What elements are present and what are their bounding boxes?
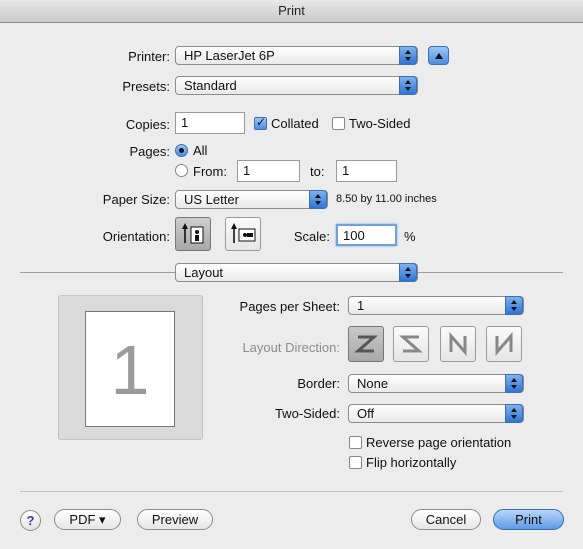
copies-label: Copies: bbox=[125, 117, 170, 132]
paper-size-label: Paper Size: bbox=[102, 192, 170, 207]
flip-horizontally-checkbox[interactable] bbox=[349, 456, 362, 469]
paper-size-popup[interactable]: US Letter bbox=[175, 190, 328, 209]
preview-button[interactable]: Preview bbox=[137, 509, 213, 530]
landscape-orientation-button[interactable] bbox=[225, 217, 261, 251]
help-button[interactable]: ? bbox=[20, 510, 41, 531]
updown-arrows-icon bbox=[505, 374, 523, 393]
portrait-person-icon bbox=[182, 223, 204, 244]
pages-from-field[interactable]: 1 bbox=[237, 160, 300, 182]
direction-n-button[interactable] bbox=[440, 326, 476, 362]
footer-separator bbox=[20, 491, 563, 492]
scale-label: Scale: bbox=[293, 229, 330, 244]
printer-label: Printer: bbox=[128, 49, 170, 64]
border-value: None bbox=[357, 376, 389, 391]
copies-field[interactable]: 1 bbox=[175, 112, 245, 134]
layout-z-icon bbox=[354, 335, 378, 353]
pages-all-label: All bbox=[193, 143, 208, 158]
updown-arrows-icon bbox=[505, 296, 523, 315]
border-label: Border: bbox=[297, 376, 340, 391]
disclosure-button[interactable] bbox=[428, 46, 449, 65]
page-number: 1 bbox=[110, 331, 150, 409]
layout-two-sided-label: Two-Sided: bbox=[274, 406, 340, 421]
print-dialog: Print Printer: HP LaserJet 6P Presets: S… bbox=[0, 0, 583, 549]
scale-unit: % bbox=[404, 229, 416, 244]
updown-arrows-icon bbox=[309, 190, 327, 209]
landscape-person-icon bbox=[231, 223, 256, 243]
pages-per-sheet-label: Pages per Sheet: bbox=[239, 299, 340, 314]
pages-from-radio[interactable] bbox=[175, 164, 188, 177]
updown-arrows-icon bbox=[399, 46, 417, 65]
scale-field[interactable]: 100 bbox=[336, 224, 397, 246]
layout-reverse-n-icon bbox=[495, 332, 513, 356]
separator bbox=[417, 272, 563, 273]
direction-reverse-z-button[interactable] bbox=[393, 326, 429, 362]
reverse-orientation-checkbox[interactable] bbox=[349, 436, 362, 449]
page-thumbnail: 1 bbox=[85, 311, 175, 427]
layout-two-sided-popup[interactable]: Off bbox=[348, 404, 524, 423]
printer-value: HP LaserJet 6P bbox=[184, 48, 275, 63]
updown-arrows-icon bbox=[399, 263, 417, 282]
layout-n-icon bbox=[449, 332, 467, 356]
direction-z-button[interactable] bbox=[348, 326, 384, 362]
triangle-up-icon bbox=[435, 53, 443, 59]
orientation-label: Orientation: bbox=[102, 229, 170, 244]
pages-per-sheet-value: 1 bbox=[357, 298, 365, 313]
reverse-orientation-label: Reverse page orientation bbox=[366, 435, 512, 450]
updown-arrows-icon bbox=[399, 76, 417, 95]
printer-popup[interactable]: HP LaserJet 6P bbox=[175, 46, 418, 65]
collated-label: Collated bbox=[271, 116, 319, 131]
window-title: Print bbox=[0, 0, 583, 23]
cancel-button[interactable]: Cancel bbox=[411, 509, 481, 530]
collated-checkbox[interactable] bbox=[254, 115, 267, 130]
presets-value: Standard bbox=[184, 78, 237, 93]
pages-per-sheet-popup[interactable]: 1 bbox=[348, 296, 524, 315]
pdf-menu-button[interactable]: PDF ▾ bbox=[54, 509, 121, 530]
layout-direction-label: Layout Direction: bbox=[242, 340, 340, 355]
separator bbox=[20, 272, 176, 273]
layout-two-sided-value: Off bbox=[357, 406, 375, 421]
layout-reverse-z-icon bbox=[399, 335, 423, 353]
portrait-orientation-button[interactable] bbox=[175, 217, 211, 251]
print-button[interactable]: Print bbox=[493, 509, 564, 530]
pages-from-label: From: bbox=[193, 164, 227, 179]
updown-arrows-icon bbox=[505, 404, 523, 423]
flip-horizontally-label: Flip horizontally bbox=[366, 455, 457, 470]
pages-to-label: to: bbox=[310, 164, 325, 179]
two-sided-checkbox[interactable] bbox=[332, 117, 345, 130]
pages-label: Pages: bbox=[129, 144, 170, 159]
direction-reverse-n-button[interactable] bbox=[486, 326, 522, 362]
paper-size-value: US Letter bbox=[184, 192, 239, 207]
pages-to-field[interactable]: 1 bbox=[336, 160, 397, 182]
section-popup[interactable]: Layout bbox=[175, 263, 418, 282]
paper-dimensions: 8.50 by 11.00 inches bbox=[336, 193, 437, 205]
presets-label: Presets: bbox=[122, 79, 170, 94]
pages-all-radio[interactable] bbox=[175, 144, 188, 157]
section-value: Layout bbox=[184, 265, 224, 280]
presets-popup[interactable]: Standard bbox=[175, 76, 418, 95]
page-preview-panel: 1 bbox=[58, 295, 203, 440]
two-sided-label: Two-Sided bbox=[349, 116, 411, 131]
border-popup[interactable]: None bbox=[348, 374, 524, 393]
